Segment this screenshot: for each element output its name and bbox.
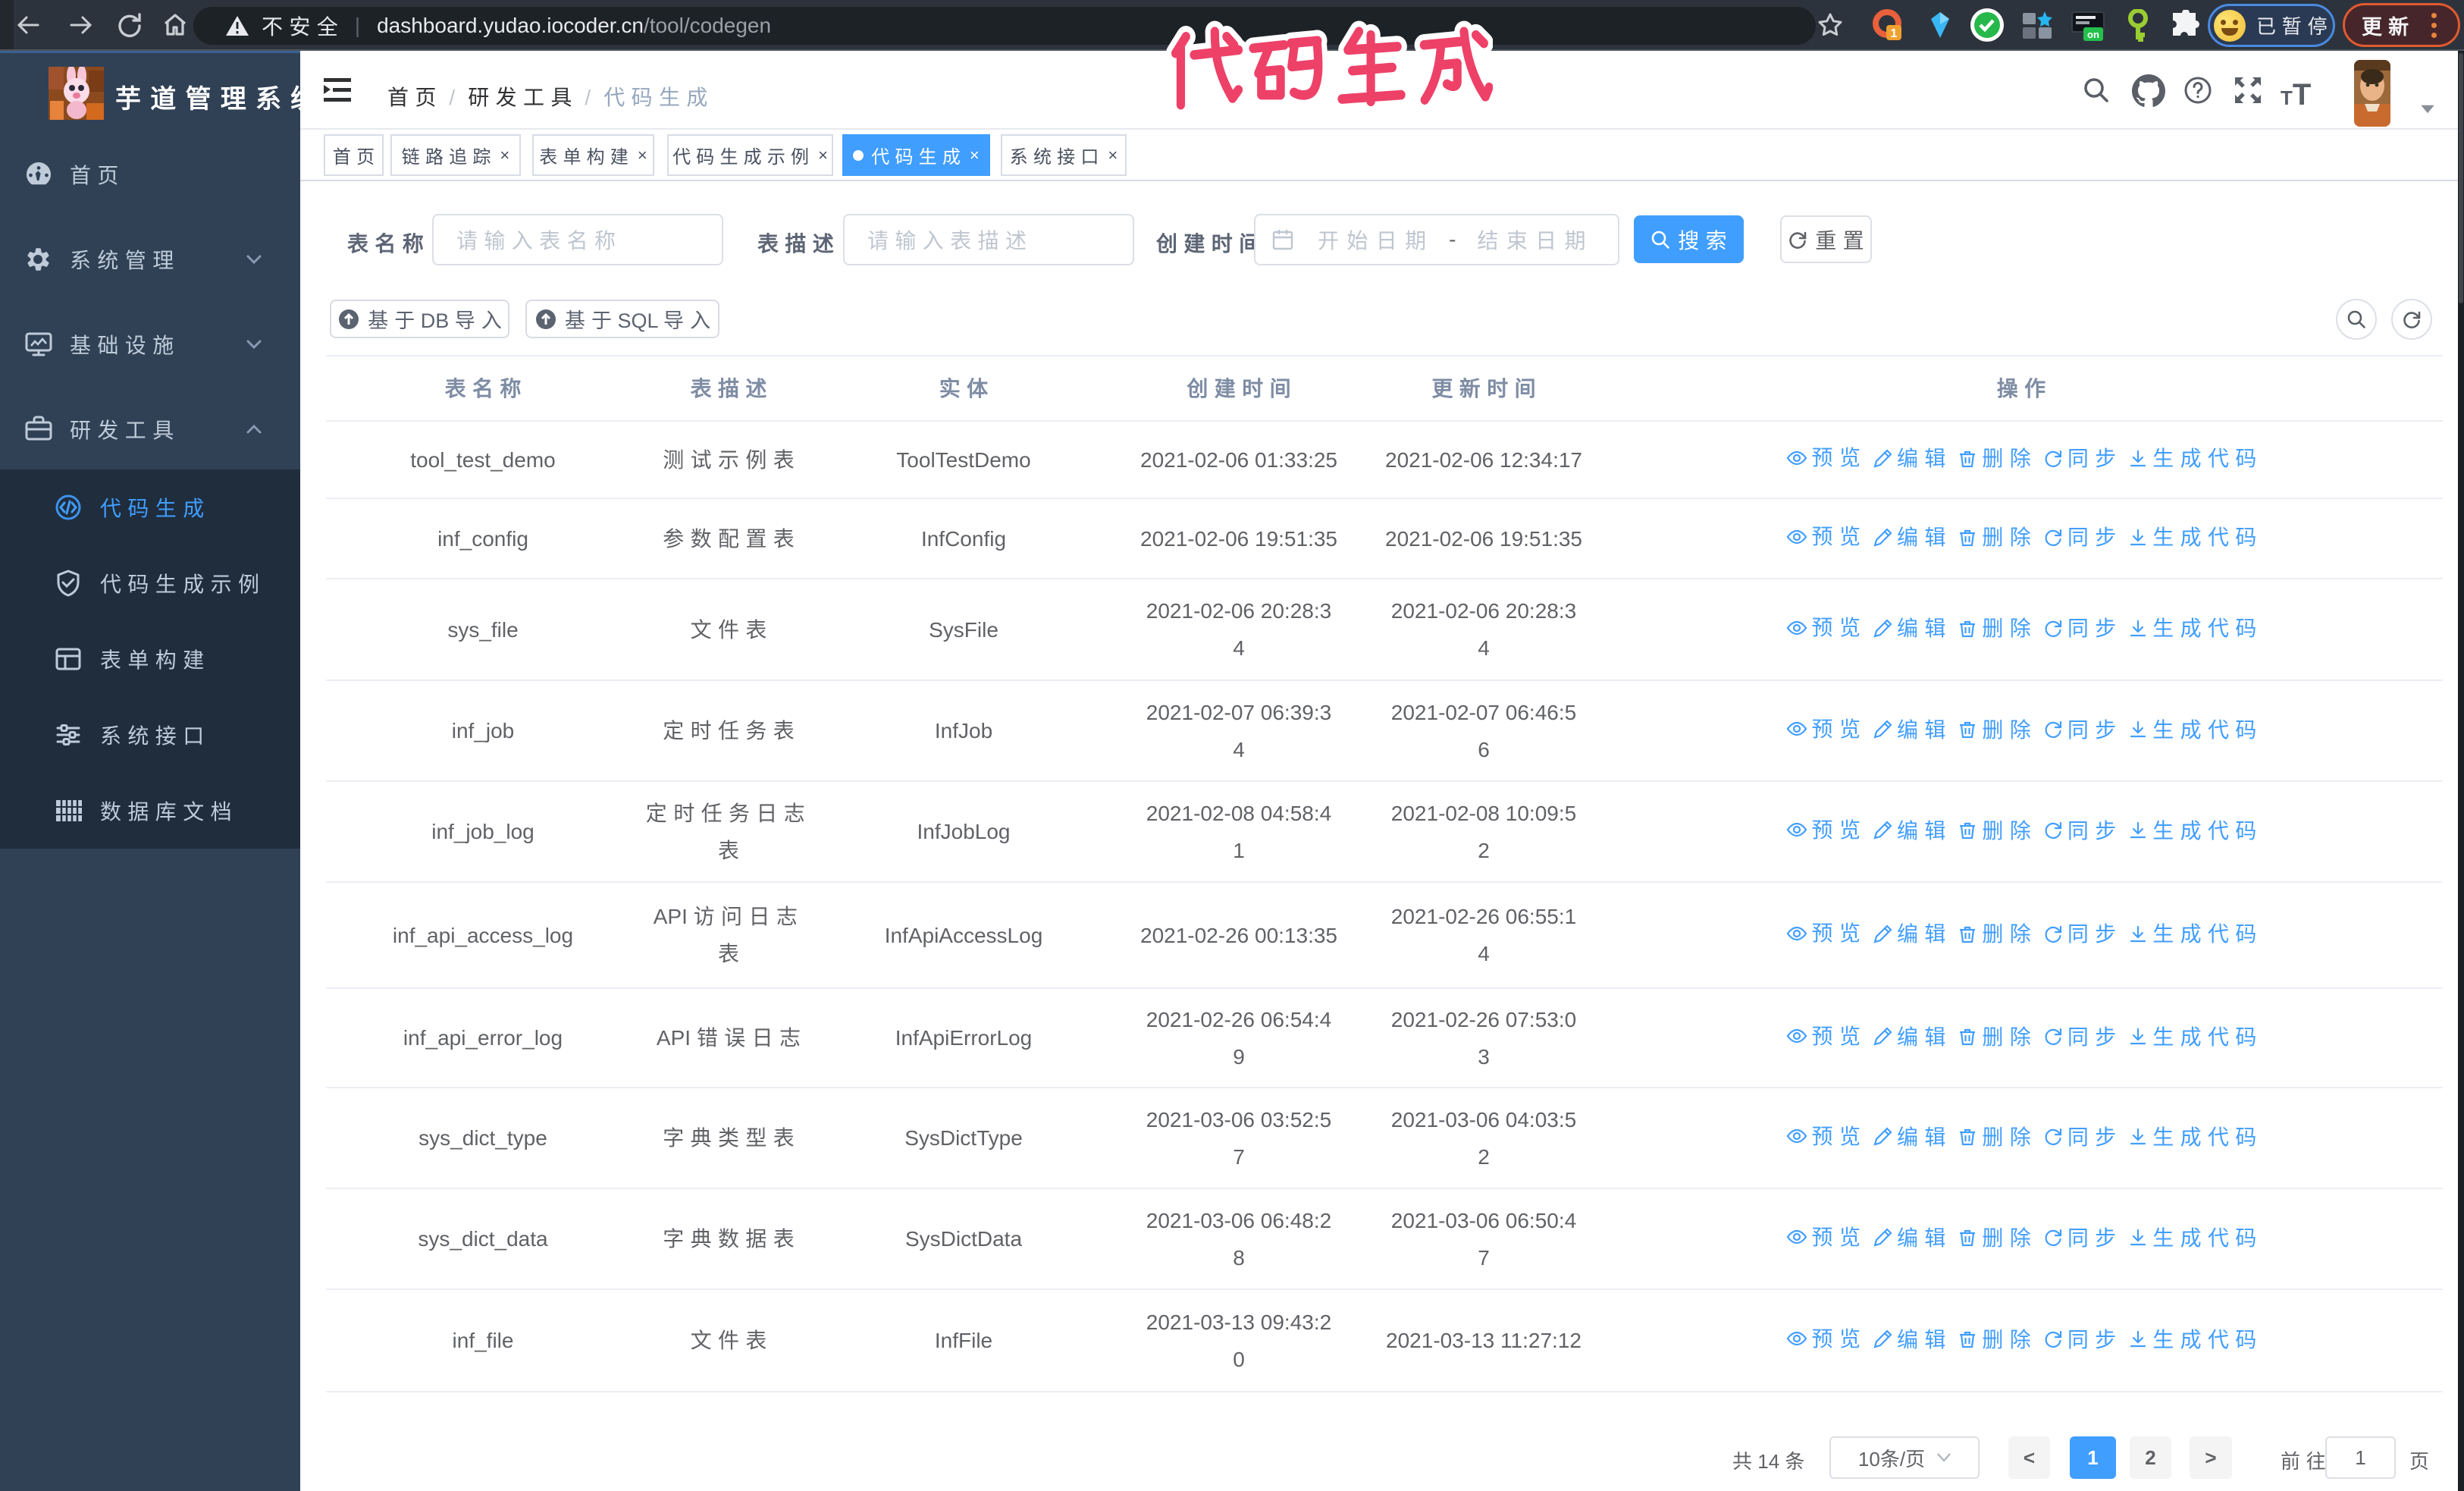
svg-text:on: on [2087,29,2099,40]
svg-text:1: 1 [1891,27,1898,40]
